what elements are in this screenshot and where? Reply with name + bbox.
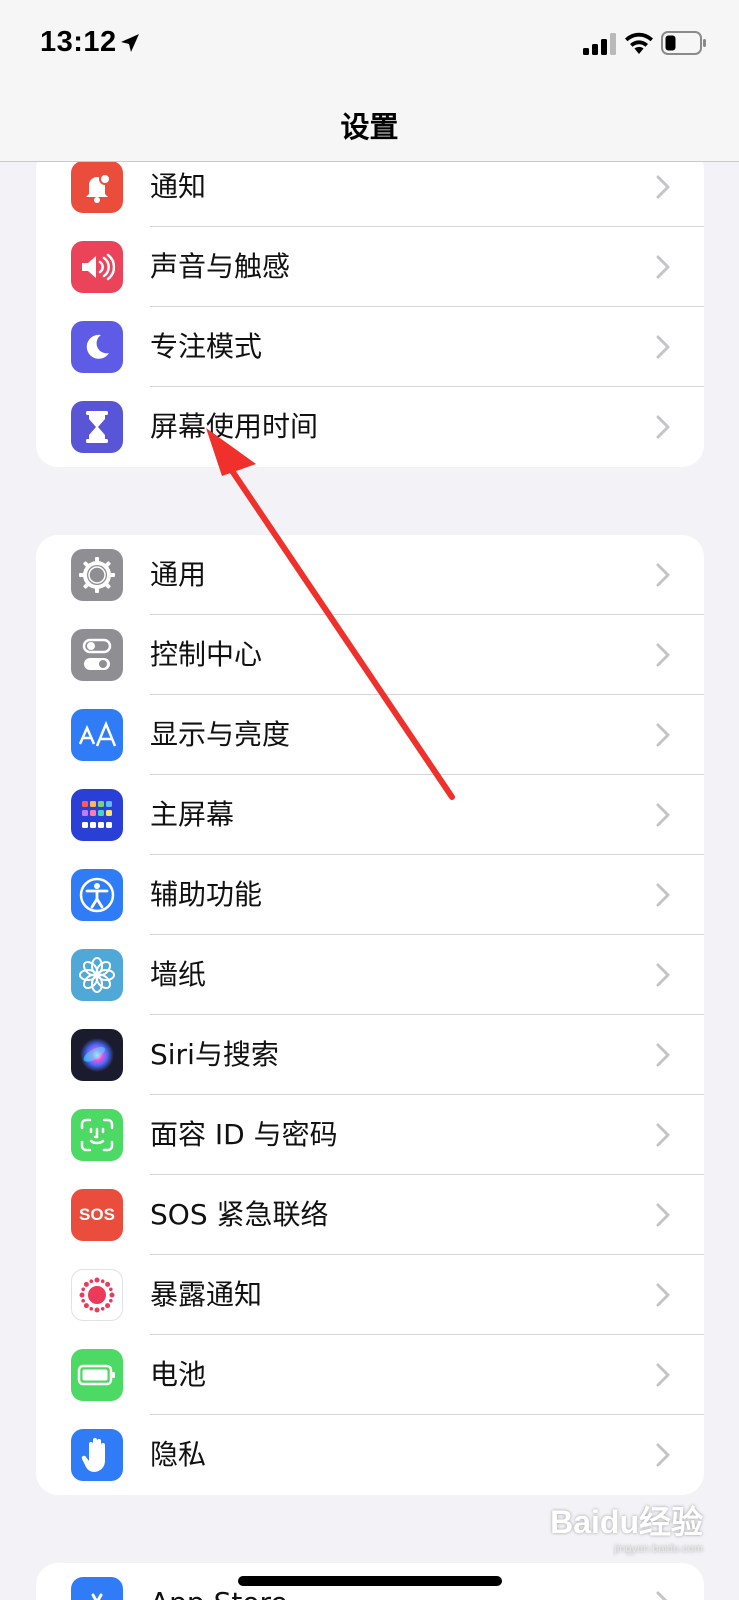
settings-row-display[interactable]: 显示与亮度	[36, 695, 704, 775]
navigation-bar: 13:12 设置	[0, 0, 739, 162]
settings-row-privacy[interactable]: 隐私	[36, 1415, 704, 1495]
settings-row-screen-time[interactable]: 屏幕使用时间	[36, 387, 704, 467]
settings-row-label: 隐私	[150, 1438, 207, 1471]
settings-row-siri[interactable]: Siri与搜索	[36, 1015, 704, 1095]
wifi-icon	[625, 32, 653, 54]
watermark-brand: Baidu经验	[550, 1504, 703, 1540]
chevron-right-icon	[656, 1591, 668, 1600]
settings-row-label: 通用	[150, 558, 207, 591]
settings-row-battery[interactable]: 电池	[36, 1335, 704, 1415]
location-arrow-icon	[121, 34, 139, 52]
settings-group-1: 通知 声音与触感 专注模式 屏幕使用时间	[36, 147, 704, 467]
settings-row-label: 辅助功能	[150, 878, 263, 911]
chevron-right-icon	[656, 1283, 670, 1307]
hourglass-icon	[71, 401, 123, 453]
sos-icon: SOS	[71, 1189, 123, 1241]
settings-row-label: Siri与搜索	[150, 1038, 279, 1071]
gear-icon	[71, 549, 123, 601]
settings-row-label: 显示与亮度	[150, 718, 291, 751]
chevron-right-icon	[656, 255, 670, 279]
settings-row-face-id[interactable]: 面容 ID 与密码	[36, 1095, 704, 1175]
settings-row-accessibility[interactable]: 辅助功能	[36, 855, 704, 935]
settings-group-2: 通用 控制中心 显示与亮度 主屏幕 辅助功能 墙纸 Siri与搜索 面容 ID …	[36, 535, 704, 1495]
settings-row-label: 声音与触感	[150, 250, 291, 283]
settings-row-label: 屏幕使用时间	[150, 410, 319, 443]
settings-row-general[interactable]: 通用	[36, 535, 704, 615]
settings-row-control-center[interactable]: 控制中心	[36, 615, 704, 695]
hand-icon	[71, 1429, 123, 1481]
chevron-right-icon	[656, 1203, 670, 1227]
settings-row-label: 专注模式	[150, 330, 263, 363]
settings-row-label: 电池	[150, 1358, 207, 1391]
moon-icon	[71, 321, 123, 373]
exposure-icon	[71, 1269, 123, 1321]
speaker-icon	[71, 241, 123, 293]
flower-icon	[71, 949, 123, 1001]
settings-row-label: 暴露通知	[150, 1278, 263, 1311]
chevron-right-icon	[656, 175, 670, 199]
chevron-right-icon	[656, 723, 670, 747]
settings-row-sounds[interactable]: 声音与触感	[36, 227, 704, 307]
app-store-icon	[71, 1577, 123, 1600]
settings-row-exposure[interactable]: 暴露通知	[36, 1255, 704, 1335]
chevron-right-icon	[656, 1443, 670, 1467]
face-id-icon	[71, 1109, 123, 1161]
accessibility-icon	[71, 869, 123, 921]
siri-icon	[71, 1029, 123, 1081]
baidu-watermark: Baidu经验 jingyan.baidu.com	[550, 1497, 703, 1555]
chevron-right-icon	[656, 963, 670, 987]
chevron-right-icon	[656, 1123, 670, 1147]
chevron-right-icon	[656, 643, 670, 667]
settings-row-emergency-sos[interactable]: SOS SOS 紧急联络	[36, 1175, 704, 1255]
battery-icon	[71, 1349, 123, 1401]
battery-status-icon	[661, 31, 706, 55]
sos-icon-text: SOS	[79, 1205, 115, 1224]
status-time: 13:12	[40, 26, 117, 58]
settings-row-label: 控制中心	[150, 638, 263, 671]
settings-row-wallpaper[interactable]: 墙纸	[36, 935, 704, 1015]
chevron-right-icon	[656, 1043, 670, 1067]
watermark-site: jingyan.baidu.com	[614, 1543, 703, 1555]
chevron-right-icon	[656, 563, 670, 587]
chevron-right-icon	[656, 803, 670, 827]
home-indicator[interactable]	[238, 1576, 502, 1586]
chevron-right-icon	[656, 415, 670, 439]
settings-row-label: 主屏幕	[150, 798, 235, 831]
settings-row-focus[interactable]: 专注模式	[36, 307, 704, 387]
text-size-icon	[71, 709, 123, 761]
toggles-icon	[71, 629, 123, 681]
settings-row-label: 墙纸	[150, 958, 207, 991]
page-title: 设置	[340, 110, 399, 144]
settings-row-label: 面容 ID 与密码	[150, 1118, 338, 1151]
settings-row-label: SOS 紧急联络	[150, 1198, 329, 1231]
chevron-right-icon	[656, 335, 670, 359]
home-grid-icon	[71, 789, 123, 841]
chevron-right-icon	[656, 883, 670, 907]
chevron-right-icon	[656, 1363, 670, 1387]
settings-row-home-screen[interactable]: 主屏幕	[36, 775, 704, 855]
bell-icon	[71, 161, 123, 213]
cellular-signal-icon	[583, 33, 616, 55]
